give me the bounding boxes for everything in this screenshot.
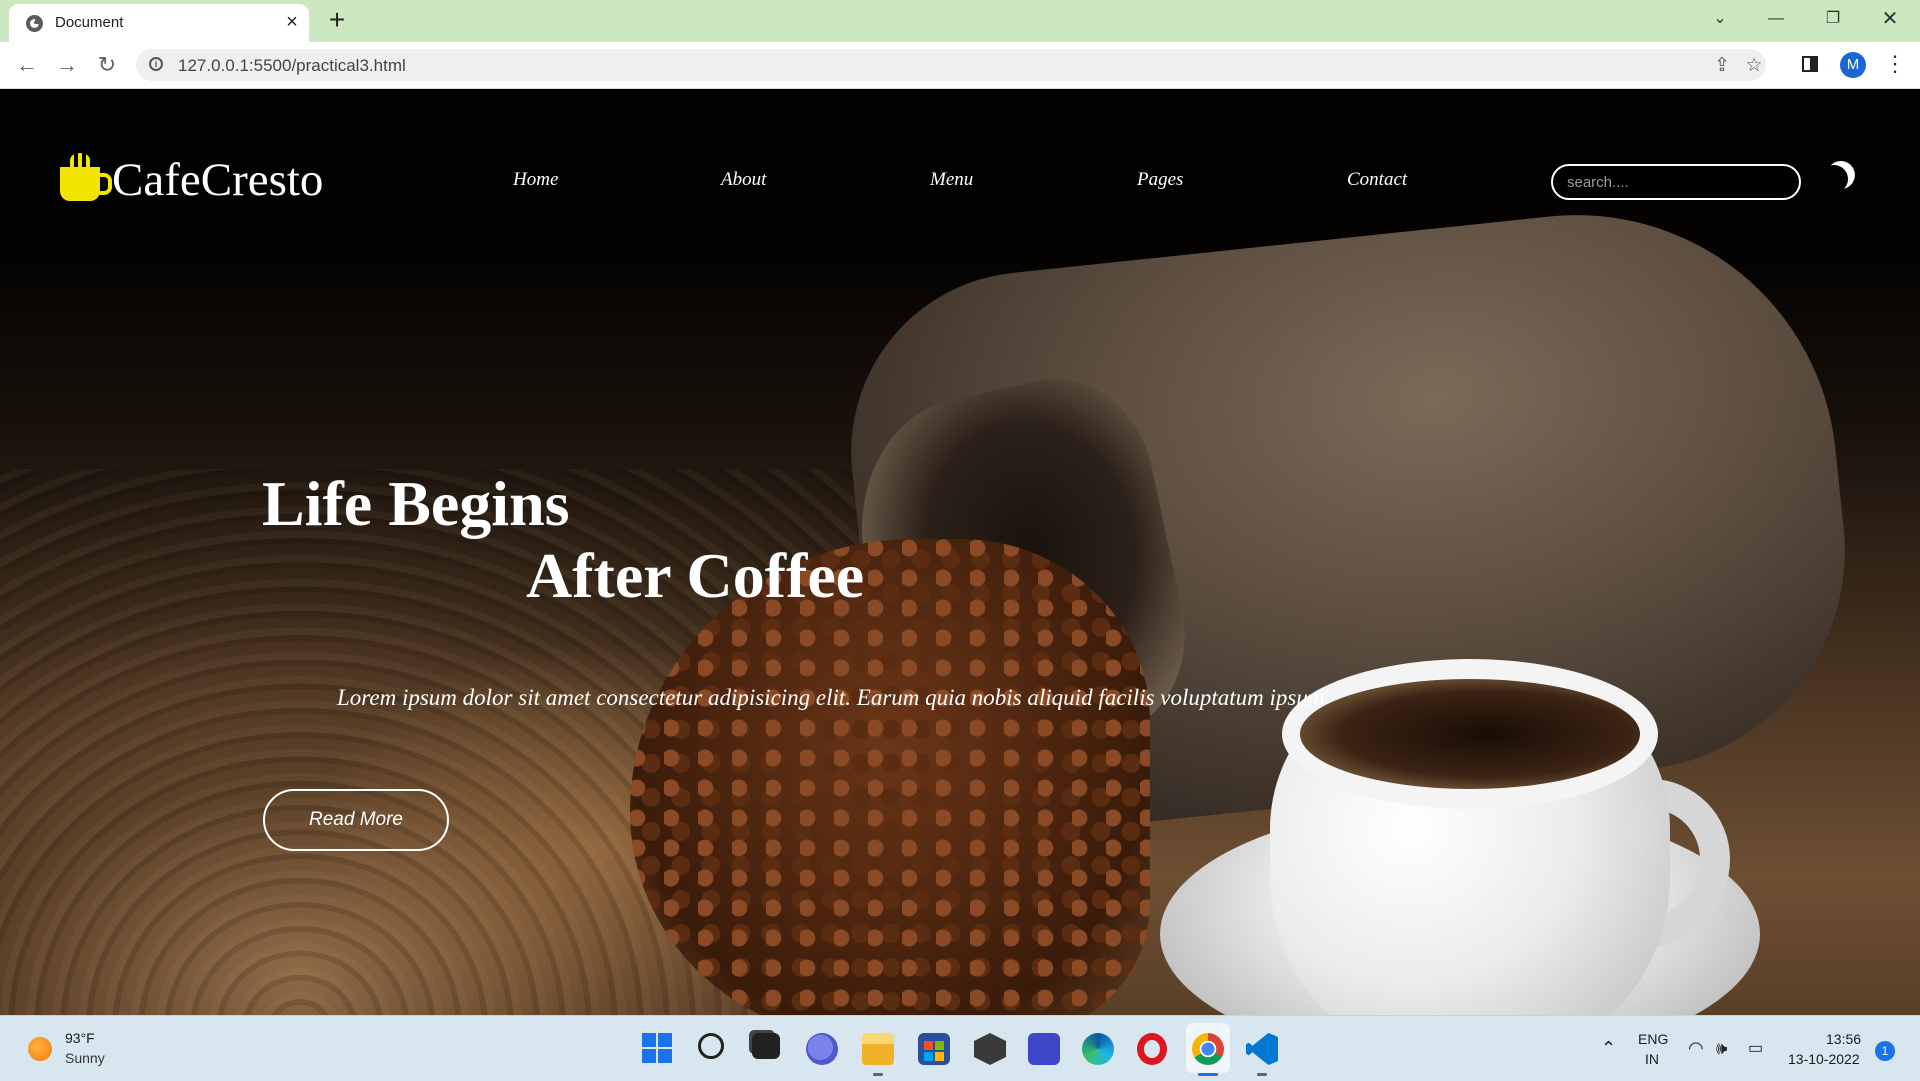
- forward-arrow-icon[interactable]: →: [52, 50, 82, 80]
- task-view-icon[interactable]: [752, 1033, 780, 1059]
- volume-icon[interactable]: 🕪: [1716, 1038, 1727, 1059]
- app-icon[interactable]: [1028, 1033, 1060, 1065]
- windows-taskbar: 93°F Sunny ⌃ ENG IN ◠ 🕪 ▭ 13:56 13-10-20…: [0, 1015, 1920, 1081]
- edge-icon[interactable]: [1082, 1033, 1114, 1065]
- language-line2[interactable]: IN: [1645, 1051, 1659, 1067]
- opera-icon[interactable]: [1137, 1033, 1167, 1065]
- search-input[interactable]: [1551, 164, 1801, 200]
- weather-condition[interactable]: Sunny: [65, 1050, 105, 1066]
- nav-contact[interactable]: Contact: [1347, 169, 1407, 191]
- browser-tab-strip: Document × + ⌄ — ❐ ✕: [0, 0, 1920, 42]
- tab-search-chevron-icon[interactable]: ⌄: [1700, 4, 1740, 34]
- browser-tab[interactable]: Document ×: [9, 4, 309, 42]
- start-icon[interactable]: [642, 1033, 672, 1063]
- language-line1[interactable]: ENG: [1638, 1031, 1668, 1047]
- teams-chat-icon[interactable]: [806, 1033, 838, 1065]
- menu-kebab-icon[interactable]: ⋮: [1884, 50, 1906, 80]
- tab-title: Document: [55, 14, 124, 31]
- globe-icon: [26, 15, 43, 32]
- clock-time[interactable]: 13:56: [1826, 1031, 1861, 1047]
- logo-text: CafeCresto: [112, 154, 324, 206]
- close-window-button[interactable]: ✕: [1870, 4, 1910, 34]
- back-arrow-icon[interactable]: ←: [12, 50, 42, 80]
- profile-avatar[interactable]: M: [1840, 52, 1866, 78]
- bookmark-star-icon[interactable]: ☆: [1742, 54, 1766, 78]
- microsoft-store-icon[interactable]: [918, 1033, 950, 1065]
- hero-title-line1: Life Begins: [262, 468, 570, 539]
- notification-badge[interactable]: 1: [1875, 1041, 1895, 1061]
- battery-icon[interactable]: ▭: [1748, 1038, 1763, 1058]
- nav-pages[interactable]: Pages: [1137, 169, 1183, 191]
- vscode-icon[interactable]: [1246, 1033, 1278, 1065]
- file-explorer-icon[interactable]: [862, 1033, 894, 1065]
- page-viewport: CafeCresto Home About Menu Pages Contact…: [0, 89, 1920, 1015]
- nav-menu[interactable]: Menu: [930, 169, 973, 191]
- moon-icon[interactable]: [1815, 160, 1853, 198]
- url-text[interactable]: 127.0.0.1:5500/practical3.html: [178, 56, 406, 76]
- nav-about[interactable]: About: [721, 169, 766, 191]
- new-tab-button[interactable]: +: [322, 6, 352, 36]
- address-bar[interactable]: i 127.0.0.1:5500/practical3.html ⇪ ☆: [136, 49, 1766, 81]
- logo-steam: [70, 153, 90, 167]
- hero-paragraph: Lorem ipsum dolor sit amet consectetur a…: [337, 685, 1325, 710]
- site-info-icon[interactable]: i: [149, 57, 163, 71]
- show-hidden-icons-chevron[interactable]: ⌃: [1601, 1038, 1616, 1059]
- side-panel-icon[interactable]: [1802, 56, 1818, 72]
- clock-date[interactable]: 13-10-2022: [1788, 1051, 1860, 1067]
- restore-button[interactable]: ❐: [1813, 4, 1853, 34]
- wifi-icon[interactable]: ◠: [1688, 1038, 1704, 1059]
- chrome-icon[interactable]: [1192, 1033, 1224, 1065]
- read-more-button[interactable]: Read More: [263, 789, 449, 851]
- unity-icon[interactable]: [974, 1033, 1006, 1065]
- search-icon[interactable]: [698, 1033, 724, 1059]
- browser-toolbar: ← → ↻ i 127.0.0.1:5500/practical3.html ⇪…: [0, 42, 1920, 89]
- close-tab-icon[interactable]: ×: [280, 10, 304, 34]
- coffee-cup-icon: [60, 167, 112, 201]
- weather-temperature[interactable]: 93°F: [65, 1030, 95, 1046]
- reload-icon[interactable]: ↻: [92, 50, 122, 80]
- hero-title-line2: After Coffee: [526, 540, 865, 611]
- nav-home[interactable]: Home: [513, 169, 558, 191]
- share-icon[interactable]: ⇪: [1710, 54, 1734, 78]
- sun-icon[interactable]: [28, 1037, 52, 1061]
- minimize-button[interactable]: —: [1756, 4, 1796, 34]
